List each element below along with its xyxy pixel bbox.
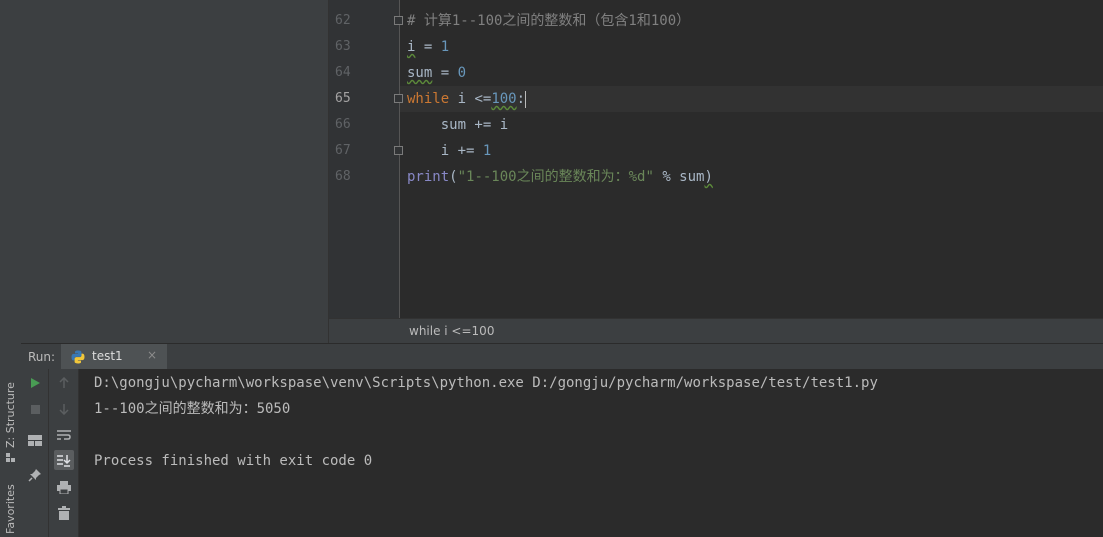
left-tool-strip: Z: Structure Favorites	[0, 0, 22, 537]
code-comment: # 计算1--100之间的整数和（包含1和100）	[407, 13, 691, 29]
console-line: D:\gongju\pycharm\workspase\venv\Scripts…	[94, 375, 878, 391]
console-output[interactable]: D:\gongju\pycharm\workspase\venv\Scripts…	[79, 369, 1103, 537]
code-number: 1	[482, 143, 492, 159]
line-number: 62	[335, 13, 351, 28]
console-line: 1--100之间的整数和为：5050	[94, 401, 291, 417]
scroll-down-icon[interactable]	[54, 399, 74, 419]
run-label: Run:	[28, 350, 56, 364]
pin-icon[interactable]	[25, 465, 45, 485]
code-expression: % sum	[653, 169, 705, 185]
line-number-current: 65	[335, 91, 351, 106]
code-line-65[interactable]: while i <=100:	[407, 86, 527, 112]
fold-marker-icon[interactable]	[394, 146, 403, 155]
code-line-67[interactable]: i += 1	[407, 138, 492, 164]
code-number: 0	[457, 65, 467, 81]
rerun-icon[interactable]	[25, 373, 45, 393]
code-number: 100	[491, 91, 517, 107]
console-line: Process finished with exit code 0	[94, 453, 373, 469]
code-editor[interactable]: 62 63 64 65 66 67 68 # 计算1--100之间的整数和（包含…	[329, 0, 1103, 343]
line-number-partial	[335, 0, 365, 8]
code-paren: )	[704, 169, 713, 185]
line-number: 67	[335, 143, 351, 158]
code-line-66[interactable]: sum += i	[407, 112, 508, 138]
code-number: 1	[440, 39, 450, 55]
code-colon: :	[516, 91, 526, 107]
code-line-62[interactable]: # 计算1--100之间的整数和（包含1和100）	[407, 8, 690, 34]
code-operator: =	[415, 39, 441, 55]
code-line-63[interactable]: i = 1	[407, 34, 449, 60]
soft-wrap-icon[interactable]	[54, 425, 74, 445]
layout-icon[interactable]	[25, 431, 45, 451]
fold-marker-icon[interactable]	[394, 94, 403, 103]
favorites-tool-tab[interactable]: Favorites	[0, 482, 21, 537]
run-tab-label: test1	[92, 349, 123, 363]
code-line-68[interactable]: print("1--100之间的整数和为：%d" % sum)	[407, 164, 713, 190]
run-toolbar-primary	[21, 369, 49, 537]
scroll-up-icon[interactable]	[54, 373, 74, 393]
code-expression: i <=	[449, 91, 492, 107]
gutter-divider	[399, 0, 400, 318]
stop-icon[interactable]	[25, 399, 45, 419]
code-keyword: while	[407, 91, 450, 107]
structure-tab-label: Z: Structure	[4, 382, 17, 448]
run-toolbar-secondary	[49, 369, 79, 537]
breadcrumb-item[interactable]: while i <=100	[409, 324, 494, 338]
python-icon	[71, 349, 85, 364]
fold-marker-icon[interactable]	[394, 16, 403, 25]
code-builtin: print	[407, 169, 450, 185]
project-panel	[21, 0, 329, 343]
code-string: "1--100之间的整数和为：%d"	[457, 169, 654, 185]
breadcrumb[interactable]: while i <=100	[329, 318, 1103, 343]
run-tool-header: Run: test1 ×	[21, 343, 1103, 369]
trash-icon[interactable]	[54, 503, 74, 523]
text-caret	[525, 90, 527, 108]
code-paren: (	[449, 169, 458, 185]
editor-gutter: 62 63 64 65 66 67 68	[329, 0, 399, 318]
structure-tool-tab[interactable]: Z: Structure	[0, 382, 21, 464]
scroll-to-end-icon[interactable]	[54, 450, 74, 470]
print-icon[interactable]	[54, 477, 74, 497]
run-config-tab[interactable]: test1 ×	[61, 344, 167, 369]
code-line-64[interactable]: sum = 0	[407, 60, 466, 86]
line-number: 66	[335, 117, 351, 132]
line-number: 63	[335, 39, 351, 54]
code-statement: i +=	[407, 143, 483, 159]
code-operator: =	[432, 65, 458, 81]
structure-icon	[6, 452, 15, 462]
close-icon[interactable]: ×	[147, 348, 157, 362]
code-statement: sum += i	[407, 117, 509, 133]
line-number: 68	[335, 169, 351, 184]
favorites-tab-label: Favorites	[4, 484, 17, 534]
line-number: 64	[335, 65, 351, 80]
code-variable: sum	[407, 65, 433, 81]
